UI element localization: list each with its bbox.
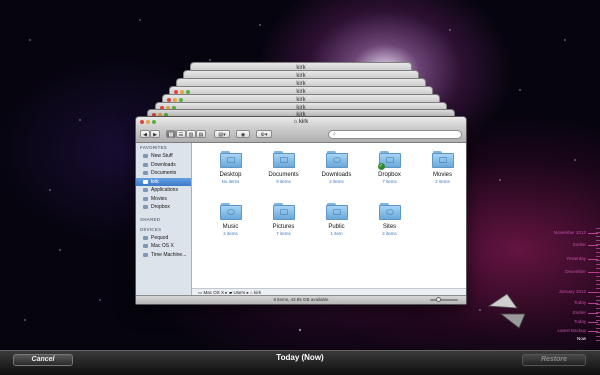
title-bar[interactable]: ⌂ kirk — [136, 117, 466, 127]
status-text: 9 items, 43.85 GB available — [273, 297, 329, 302]
disk-icon — [143, 252, 148, 257]
movies-icon — [143, 196, 148, 201]
folder-movies[interactable]: Movies 2 items — [416, 149, 466, 201]
icon-view-icon: ▦ — [168, 132, 174, 138]
timeline-tick — [588, 322, 598, 323]
folder-pictures[interactable]: Pictures 7 items — [257, 201, 310, 253]
sidebar-item-pequod[interactable]: Pequod — [136, 234, 191, 243]
status-bar: 9 items, 43.85 GB available — [136, 295, 466, 304]
timeline-tick — [588, 233, 598, 234]
timeline-label-now[interactable]: Now — [577, 336, 586, 341]
list-view-icon: ☰ — [178, 132, 184, 138]
disk-icon — [143, 235, 148, 240]
public-folder-icon — [325, 203, 348, 220]
timeline-label[interactable]: Earlier — [573, 242, 586, 247]
finder-window: ⌂ kirk ◀ ▶ ▦ ☰ ▥ ▤ ▤▾ ◉ ⚙▾ ⌕ FAVORITES N… — [135, 116, 467, 305]
gear-icon: ⚙ — [260, 132, 265, 138]
devices-header: DEVICES — [140, 226, 162, 232]
restore-button[interactable]: Restore — [522, 354, 586, 366]
timeline-tick — [588, 272, 598, 273]
slider-thumb[interactable] — [436, 297, 441, 302]
search-field[interactable]: ⌕ — [328, 130, 462, 139]
sync-check-icon: ✓ — [377, 163, 385, 170]
sidebar-item-time-machine[interactable]: Time Machine... — [136, 251, 191, 260]
timeline-tick — [588, 313, 598, 314]
downloads-folder-icon — [325, 151, 348, 168]
timeline-label[interactable]: Earlier — [573, 310, 586, 315]
current-date-label: Today (Now) — [276, 353, 324, 362]
forward-button[interactable]: ▶ — [150, 130, 160, 138]
eye-icon: ◉ — [240, 132, 246, 138]
timeline-label[interactable]: January 2012 — [559, 289, 586, 294]
icon-grid: Desktop No items Documents 9 items Downl… — [204, 149, 466, 253]
folder-documents[interactable]: Documents 9 items — [257, 149, 310, 201]
timeline-label[interactable]: Yesterday — [566, 256, 586, 261]
applications-icon — [143, 188, 148, 193]
timeline-tick — [588, 331, 598, 332]
icon-size-slider[interactable] — [430, 297, 458, 302]
sidebar-item-documents[interactable]: Documents — [136, 169, 191, 178]
timeline-tick — [588, 245, 598, 246]
bottom-bar: Cancel Today (Now) Restore — [0, 350, 600, 375]
music-folder-icon — [219, 203, 242, 220]
sites-folder-icon — [378, 203, 401, 220]
desktop-folder-icon — [219, 151, 242, 168]
timeline-tick — [588, 292, 598, 293]
search-icon: ⌕ — [333, 131, 336, 137]
folder-icon — [143, 154, 148, 159]
sidebar-item-downloads[interactable]: Downloads — [136, 161, 191, 170]
icon-view-button[interactable]: ▦ — [166, 130, 176, 138]
sidebar-item-dropbox[interactable]: Dropbox — [136, 203, 191, 212]
documents-icon — [143, 171, 148, 176]
timeline-label[interactable]: Today — [574, 300, 586, 305]
movies-folder-icon — [431, 151, 454, 168]
timeline-label[interactable]: Today — [574, 319, 586, 324]
sidebar-item-mac-os-x[interactable]: Mac OS X — [136, 242, 191, 251]
home-icon — [143, 179, 148, 184]
sidebar-item-new-stuff[interactable]: New Stuff — [136, 152, 191, 161]
sidebar: FAVORITES New Stuff Downloads Documents … — [136, 143, 192, 304]
minimize-button[interactable] — [146, 120, 150, 124]
sidebar-item-kirk[interactable]: kirk — [136, 177, 191, 186]
quick-look-button[interactable]: ◉ — [236, 130, 250, 138]
sidebar-item-movies[interactable]: Movies — [136, 195, 191, 204]
coverflow-view-button[interactable]: ▤ — [196, 130, 206, 138]
downloads-icon — [143, 162, 148, 167]
folder-music[interactable]: Music 2 items — [204, 201, 257, 253]
timeline: November 2012 Earlier Yesterday December… — [512, 230, 600, 341]
folder-downloads[interactable]: Downloads 2 items — [310, 149, 363, 201]
action-button[interactable]: ⚙▾ — [256, 130, 272, 138]
timeline-tick — [588, 259, 598, 260]
traffic-lights — [140, 120, 156, 124]
timeline-tick — [588, 303, 598, 304]
folder-dropbox[interactable]: ✓ Dropbox 7 items — [363, 149, 416, 201]
folder-desktop[interactable]: Desktop No items — [204, 149, 257, 201]
folder-public[interactable]: Public 1 item — [310, 201, 363, 253]
zoom-button[interactable] — [152, 120, 156, 124]
folder-content-area: Desktop No items Documents 9 items Downl… — [192, 143, 466, 288]
sidebar-item-applications[interactable]: Applications — [136, 186, 191, 195]
folder-sites[interactable]: Sites 2 items — [363, 201, 416, 253]
list-view-button[interactable]: ☰ — [176, 130, 186, 138]
arrange-button[interactable]: ▤▾ — [214, 130, 230, 138]
shared-header: SHARED — [140, 216, 161, 222]
documents-folder-icon — [272, 151, 295, 168]
close-button[interactable] — [140, 120, 144, 124]
back-button[interactable]: ◀ — [140, 130, 150, 138]
column-view-icon: ▥ — [188, 132, 194, 138]
coverflow-view-icon: ▤ — [198, 132, 204, 138]
timeline-label[interactable]: November 2012 — [554, 230, 586, 235]
dropbox-icon — [143, 205, 148, 210]
favorites-header: FAVORITES — [140, 145, 167, 150]
pictures-folder-icon — [272, 203, 295, 220]
column-view-button[interactable]: ▥ — [186, 130, 196, 138]
timeline-label[interactable]: Latest Backup — [557, 328, 586, 333]
disk-icon — [143, 244, 148, 249]
dropbox-folder-icon: ✓ — [377, 151, 401, 170]
window-title: kirk — [298, 119, 309, 125]
toolbar: ◀ ▶ ▦ ☰ ▥ ▤ ▤▾ ◉ ⚙▾ ⌕ — [136, 127, 466, 143]
timeline-label[interactable]: December — [565, 269, 586, 274]
